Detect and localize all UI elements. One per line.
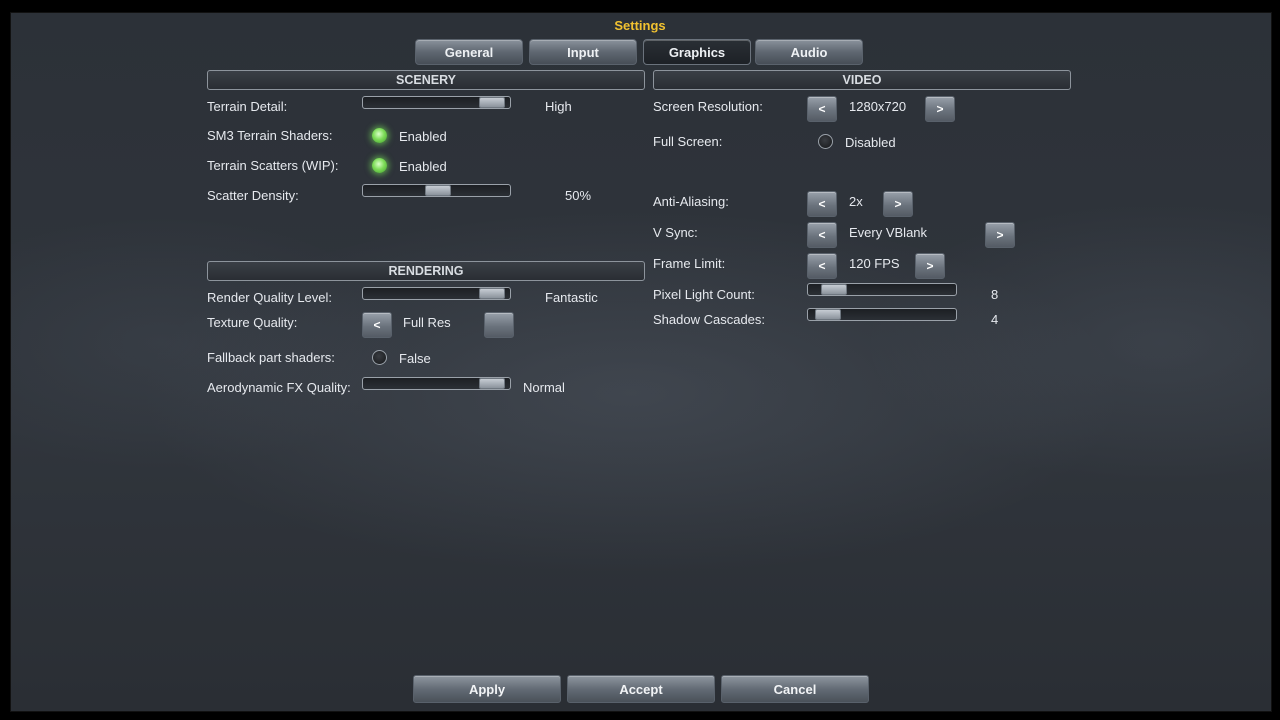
pixel-light-count-label: Pixel Light Count:	[653, 287, 755, 302]
frame-limit-next-button[interactable]: >	[915, 253, 945, 279]
texture-quality-label: Texture Quality:	[207, 315, 298, 330]
aero-fx-label: Aerodynamic FX Quality:	[207, 380, 351, 395]
fallback-shaders-toggle[interactable]	[372, 350, 387, 365]
terrain-scatters-toggle[interactable]	[372, 158, 387, 173]
settings-panel	[10, 12, 1272, 712]
render-quality-slider-thumb[interactable]	[478, 288, 505, 299]
texture-quality-next-button[interactable]	[484, 312, 514, 338]
apply-button[interactable]: Apply	[413, 675, 561, 703]
anti-aliasing-next-button[interactable]: >	[883, 191, 913, 217]
render-quality-value: Fantastic	[545, 290, 598, 305]
scatter-density-label: Scatter Density:	[207, 188, 299, 203]
scatter-density-slider-thumb[interactable]	[424, 185, 451, 196]
shadow-cascades-slider[interactable]	[807, 308, 957, 321]
texture-quality-value: Full Res	[403, 315, 451, 330]
sm3-terrain-shaders-toggle[interactable]	[372, 128, 387, 143]
scenery-header: SCENERY	[207, 70, 645, 90]
aero-fx-slider-thumb[interactable]	[478, 378, 505, 389]
window-title: Settings	[614, 18, 666, 33]
v-sync-label: V Sync:	[653, 225, 698, 240]
terrain-detail-slider[interactable]	[362, 96, 511, 109]
anti-aliasing-prev-button[interactable]: <	[807, 191, 837, 217]
shadow-cascades-slider-thumb[interactable]	[815, 309, 842, 320]
tab-audio[interactable]: Audio	[755, 39, 863, 65]
pixel-light-count-slider[interactable]	[807, 283, 957, 296]
render-quality-slider[interactable]	[362, 287, 511, 300]
full-screen-value: Disabled	[845, 135, 896, 150]
rendering-header: RENDERING	[207, 261, 645, 281]
shadow-cascades-value: 4	[991, 312, 999, 327]
render-quality-label: Render Quality Level:	[207, 290, 333, 305]
scatter-density-slider[interactable]	[362, 184, 511, 197]
sm3-terrain-shaders-label: SM3 Terrain Shaders:	[207, 128, 333, 143]
scatter-density-value: 50%	[565, 188, 592, 203]
aero-fx-value: Normal	[523, 380, 565, 395]
screen-resolution-label: Screen Resolution:	[653, 99, 763, 114]
sm3-terrain-shaders-value: Enabled	[399, 129, 447, 144]
anti-aliasing-label: Anti-Aliasing:	[653, 194, 729, 209]
tab-graphics[interactable]: Graphics	[643, 39, 751, 65]
terrain-detail-value: High	[545, 99, 572, 114]
frame-limit-prev-button[interactable]: <	[807, 253, 837, 279]
tab-input[interactable]: Input	[529, 39, 637, 65]
terrain-detail-label: Terrain Detail:	[207, 99, 288, 114]
terrain-scatters-value: Enabled	[399, 159, 447, 174]
screen-resolution-value: 1280x720	[849, 99, 907, 114]
frame-limit-label: Frame Limit:	[653, 256, 726, 271]
video-header: VIDEO	[653, 70, 1071, 90]
frame-limit-value: 120 FPS	[849, 256, 900, 271]
screen-resolution-prev-button[interactable]: <	[807, 96, 837, 122]
fallback-shaders-label: Fallback part shaders:	[207, 350, 335, 365]
accept-button[interactable]: Accept	[567, 675, 715, 703]
v-sync-prev-button[interactable]: <	[807, 222, 837, 248]
fallback-shaders-value: False	[399, 351, 431, 366]
aero-fx-slider[interactable]	[362, 377, 511, 390]
anti-aliasing-value: 2x	[849, 194, 863, 209]
full-screen-toggle[interactable]	[818, 134, 833, 149]
terrain-scatters-label: Terrain Scatters (WIP):	[207, 158, 339, 173]
cancel-button[interactable]: Cancel	[721, 675, 869, 703]
shadow-cascades-label: Shadow Cascades:	[653, 312, 766, 327]
v-sync-next-button[interactable]: >	[985, 222, 1015, 248]
tab-general[interactable]: General	[415, 39, 523, 65]
texture-quality-prev-button[interactable]: <	[362, 312, 392, 338]
full-screen-label: Full Screen:	[653, 134, 723, 149]
screen-resolution-next-button[interactable]: >	[925, 96, 955, 122]
v-sync-value: Every VBlank	[849, 225, 928, 240]
pixel-light-count-slider-thumb[interactable]	[821, 284, 848, 295]
terrain-detail-slider-thumb[interactable]	[478, 97, 505, 108]
pixel-light-count-value: 8	[991, 287, 999, 302]
